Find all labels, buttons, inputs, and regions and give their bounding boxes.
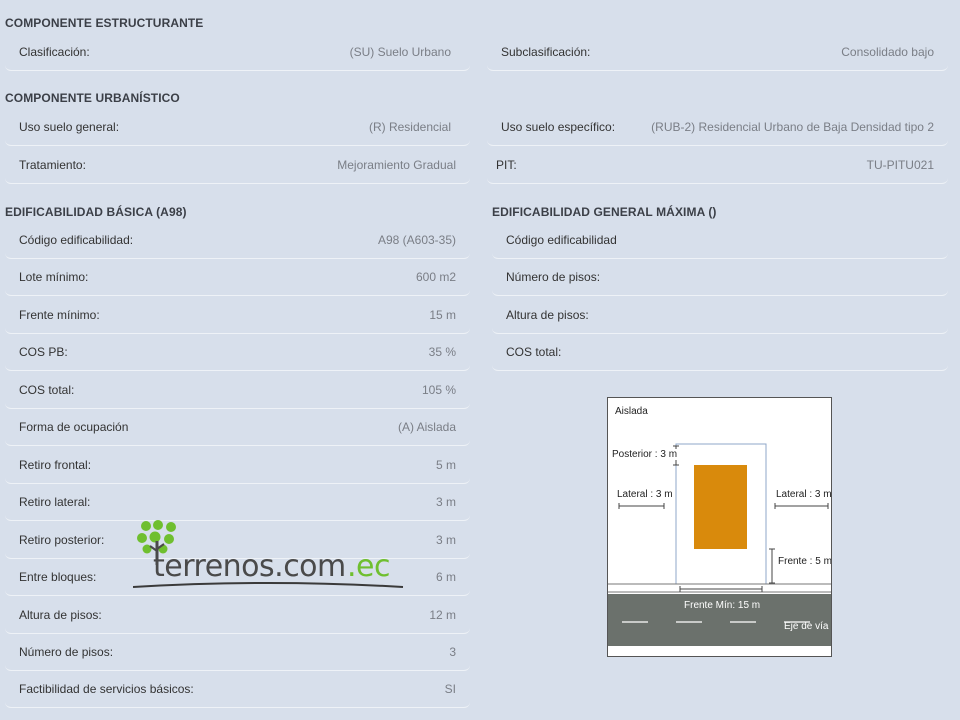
row-label: Lote mínimo: — [19, 270, 89, 284]
row-value: (SU) Suelo Urbano — [349, 45, 451, 59]
row-label: Altura de pisos: — [19, 608, 102, 622]
section-title-maxima: EDIFICABILIDAD GENERAL MÁXIMA () — [492, 205, 717, 219]
row-label: Entre bloques: — [19, 570, 97, 584]
row-label: Retiro lateral: — [19, 495, 91, 509]
row-uso-especifico: Uso suelo específico: (RUB-2) Residencia… — [487, 109, 948, 146]
list-item: Forma de ocupación (A) Aislada — [5, 409, 470, 446]
row-value: (A) Aislada — [397, 420, 456, 434]
row-label: Número de pisos: — [19, 645, 114, 659]
row-label: COS PB: — [19, 345, 68, 359]
row-label: Código edificabilidad: — [19, 233, 134, 247]
list-item: Factibilidad de servicios básicos: SI — [5, 671, 470, 708]
row-value: SI — [444, 682, 456, 696]
list-item: Retiro lateral: 3 m — [5, 484, 470, 521]
lateral-left-label: Lateral : 3 m — [617, 489, 673, 500]
row-value: TU-PITU021 — [866, 158, 934, 172]
list-item: Número de pisos: — [492, 259, 948, 296]
list-item: Código edificabilidad — [492, 222, 948, 259]
row-clasificacion: Clasificación: (SU) Suelo Urbano — [5, 34, 470, 71]
row-subclasificacion: Subclasificación: Consolidado bajo — [487, 34, 948, 71]
row-pit: PIT: TU-PITU021 — [487, 147, 948, 184]
frente-label: Frente : 5 m — [778, 556, 831, 567]
row-label: COS total: — [19, 383, 75, 397]
row-label: Código edificabilidad — [506, 233, 617, 247]
row-value: 105 % — [421, 383, 456, 397]
row-uso-general: Uso suelo general: (R) Residencial — [5, 109, 470, 146]
lateral-right-label: Lateral : 3 m — [776, 489, 831, 500]
logo-text-ext: .ec — [347, 549, 391, 584]
row-label: Clasificación: — [19, 45, 90, 59]
row-value: Consolidado bajo — [841, 45, 934, 59]
row-value: A98 (A603-35) — [377, 233, 456, 247]
occupation-diagram-svg — [608, 443, 831, 646]
frente-min-label: Frente Mín: 15 m — [684, 600, 761, 611]
row-value: 15 m — [429, 308, 456, 322]
diagram-type-label: Aislada — [615, 406, 648, 417]
list-item: COS total: 105 % — [5, 372, 470, 409]
row-label: Forma de ocupación — [19, 420, 129, 434]
row-label: Retiro posterior: — [19, 533, 105, 547]
row-value: Mejoramiento Gradual — [337, 158, 456, 172]
row-value: 5 m — [435, 458, 456, 472]
row-value: 600 m2 — [415, 270, 456, 284]
row-value: 3 m — [435, 533, 456, 547]
row-label: COS total: — [506, 345, 562, 359]
row-label: PIT: — [496, 158, 517, 172]
row-value: (RUB-2) Residencial Urbano de Baja Densi… — [651, 120, 934, 134]
terrenos-logo: terrenos.com .ec — [133, 519, 405, 591]
row-value: 3 — [449, 645, 456, 659]
eje-via-label: Eje de vía — [784, 621, 829, 632]
list-item: COS PB: 35 % — [5, 334, 470, 371]
list-item: Altura de pisos: 12 m — [5, 597, 470, 634]
list-item: Retiro frontal: 5 m — [5, 447, 470, 484]
row-label: Frente mínimo: — [19, 308, 100, 322]
list-item: Lote mínimo: 600 m2 — [5, 259, 470, 296]
building-block — [694, 465, 747, 549]
list-item: Altura de pisos: — [492, 297, 948, 334]
posterior-label: Posterior : 3 m — [612, 449, 678, 460]
row-label: Retiro frontal: — [19, 458, 92, 472]
list-item: Frente mínimo: 15 m — [5, 297, 470, 334]
row-value: 35 % — [428, 345, 456, 359]
row-value: 12 m — [429, 608, 456, 622]
row-tratamiento: Tratamiento: Mejoramiento Gradual — [5, 147, 470, 184]
row-label: Altura de pisos: — [506, 308, 589, 322]
row-label: Uso suelo general: — [19, 120, 120, 134]
row-value: 3 m — [435, 495, 456, 509]
list-item: COS total: — [492, 334, 948, 371]
row-value: 6 m — [435, 570, 456, 584]
list-item: Código edificabilidad: A98 (A603-35) — [5, 222, 470, 259]
row-value: (R) Residencial — [368, 120, 451, 134]
list-item: Número de pisos: 3 — [5, 634, 470, 671]
section-title-basica: EDIFICABILIDAD BÁSICA (A98) — [5, 205, 187, 219]
occupation-diagram: Aislada Posterior : 3 m Lateral : 3 m La… — [607, 397, 832, 657]
row-label: Subclasificación: — [501, 45, 591, 59]
row-label: Tratamiento: — [19, 158, 86, 172]
section-title-urbanistico: COMPONENTE URBANÍSTICO — [5, 91, 180, 105]
row-label: Uso suelo específico: — [501, 120, 616, 134]
section-title-estructurante: COMPONENTE ESTRUCTURANTE — [5, 16, 204, 30]
row-label: Factibilidad de servicios básicos: — [19, 682, 194, 696]
row-label: Número de pisos: — [506, 270, 601, 284]
logo-text-main: terrenos.com — [153, 549, 346, 584]
